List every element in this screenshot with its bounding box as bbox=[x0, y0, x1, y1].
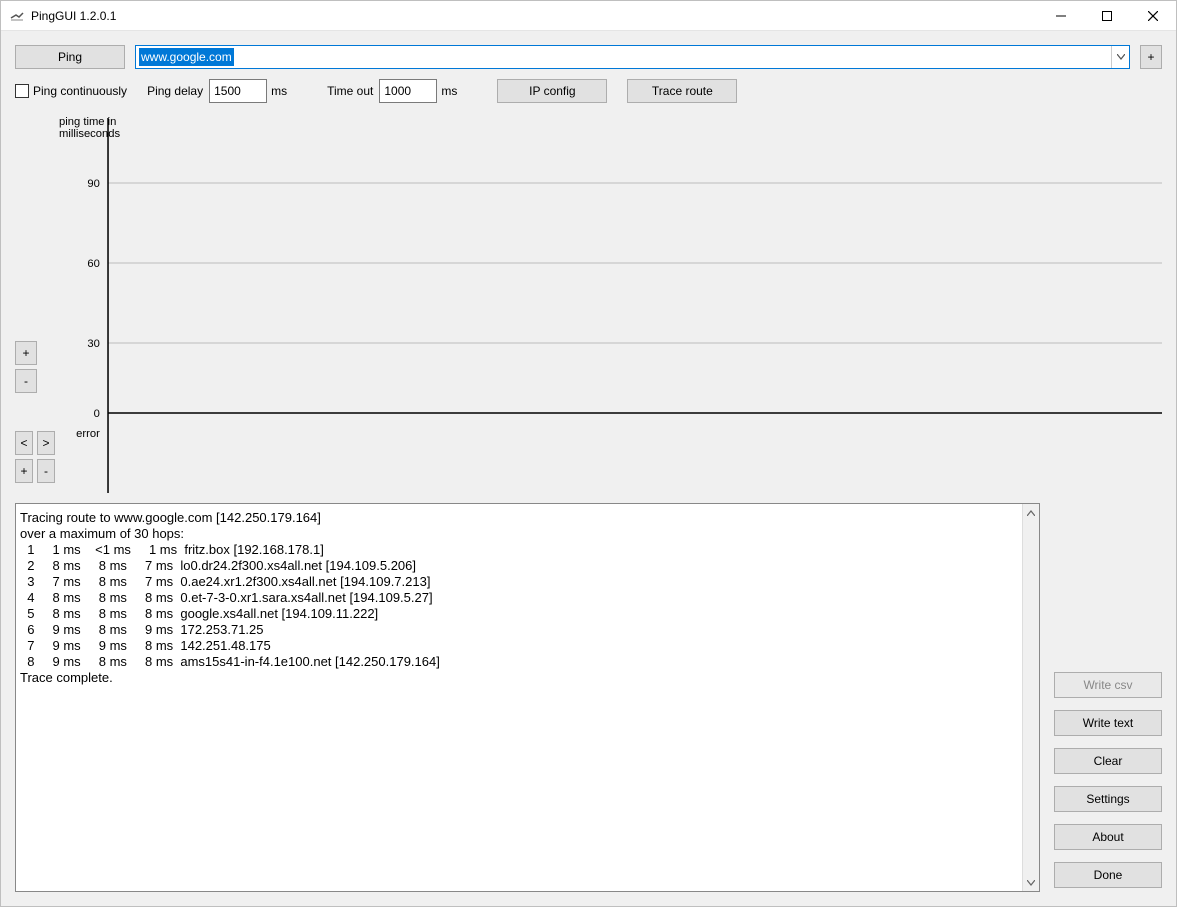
timeout-input[interactable] bbox=[379, 79, 437, 103]
ytick-60: 60 bbox=[87, 258, 99, 270]
ytick-90: 90 bbox=[87, 178, 99, 190]
chart-controls: + - < > + - bbox=[15, 113, 55, 493]
hzoom-out-button[interactable]: - bbox=[37, 459, 55, 483]
ipconfig-button[interactable]: IP config bbox=[497, 79, 607, 103]
lower-area: Tracing route to www.google.com [142.250… bbox=[15, 503, 1162, 892]
output-scrollbar[interactable] bbox=[1022, 504, 1039, 891]
write-text-button[interactable]: Write text bbox=[1054, 710, 1162, 736]
add-host-button[interactable]: + bbox=[1140, 45, 1162, 69]
ytick-30: 30 bbox=[87, 338, 99, 350]
pan-right-button[interactable]: > bbox=[37, 431, 55, 455]
zoom-in-button[interactable]: + bbox=[15, 341, 37, 365]
done-button[interactable]: Done bbox=[1054, 862, 1162, 888]
window-controls bbox=[1038, 1, 1176, 30]
chevron-down-icon[interactable] bbox=[1111, 46, 1129, 68]
ping-delay-label: Ping delay bbox=[147, 84, 203, 98]
window-title: PingGUI 1.2.0.1 bbox=[31, 9, 116, 23]
side-buttons: Write csv Write text Clear Settings Abou… bbox=[1054, 503, 1162, 892]
ping-delay-unit: ms bbox=[271, 84, 287, 98]
maximize-button[interactable] bbox=[1084, 1, 1130, 30]
ping-chart[interactable]: ping time in milliseconds 90 60 30 0 err… bbox=[59, 113, 1162, 493]
close-button[interactable] bbox=[1130, 1, 1176, 30]
scroll-up-arrow[interactable] bbox=[1027, 504, 1035, 521]
traceroute-button[interactable]: Trace route bbox=[627, 79, 737, 103]
ytick-0: 0 bbox=[94, 408, 100, 420]
options-row: Ping continuously Ping delay ms Time out… bbox=[15, 79, 1162, 103]
host-combobox[interactable]: www.google.com bbox=[135, 45, 1130, 69]
timeout-unit: ms bbox=[441, 84, 457, 98]
zoom-out-button[interactable]: - bbox=[15, 369, 37, 393]
app-icon bbox=[9, 8, 25, 24]
y-axis-title-2: milliseconds bbox=[59, 128, 121, 140]
titlebar: PingGUI 1.2.0.1 bbox=[1, 1, 1176, 31]
host-input[interactable] bbox=[136, 46, 1111, 68]
timeout-label: Time out bbox=[327, 84, 373, 98]
continuous-checkbox[interactable] bbox=[15, 84, 29, 98]
hzoom-in-button[interactable]: + bbox=[15, 459, 33, 483]
error-label: error bbox=[76, 428, 100, 440]
continuous-text: Ping continuously bbox=[33, 84, 127, 98]
settings-button[interactable]: Settings bbox=[1054, 786, 1162, 812]
clear-button[interactable]: Clear bbox=[1054, 748, 1162, 774]
output-text: Tracing route to www.google.com [142.250… bbox=[16, 504, 1021, 891]
scroll-down-arrow[interactable] bbox=[1027, 874, 1035, 891]
chart-area: + - < > + - ping time in milliseconds bbox=[15, 113, 1162, 493]
ping-button[interactable]: Ping bbox=[15, 45, 125, 69]
ping-delay-input[interactable] bbox=[209, 79, 267, 103]
minimize-button[interactable] bbox=[1038, 1, 1084, 30]
continuous-checkbox-label[interactable]: Ping continuously bbox=[15, 84, 127, 98]
pan-left-button[interactable]: < bbox=[15, 431, 33, 455]
host-row: Ping www.google.com + bbox=[15, 45, 1162, 69]
app-window: PingGUI 1.2.0.1 Ping www.google.com bbox=[0, 0, 1177, 907]
about-button[interactable]: About bbox=[1054, 824, 1162, 850]
client-area: Ping www.google.com + Ping continuously … bbox=[1, 31, 1176, 906]
output-panel[interactable]: Tracing route to www.google.com [142.250… bbox=[15, 503, 1040, 892]
write-csv-button[interactable]: Write csv bbox=[1054, 672, 1162, 698]
